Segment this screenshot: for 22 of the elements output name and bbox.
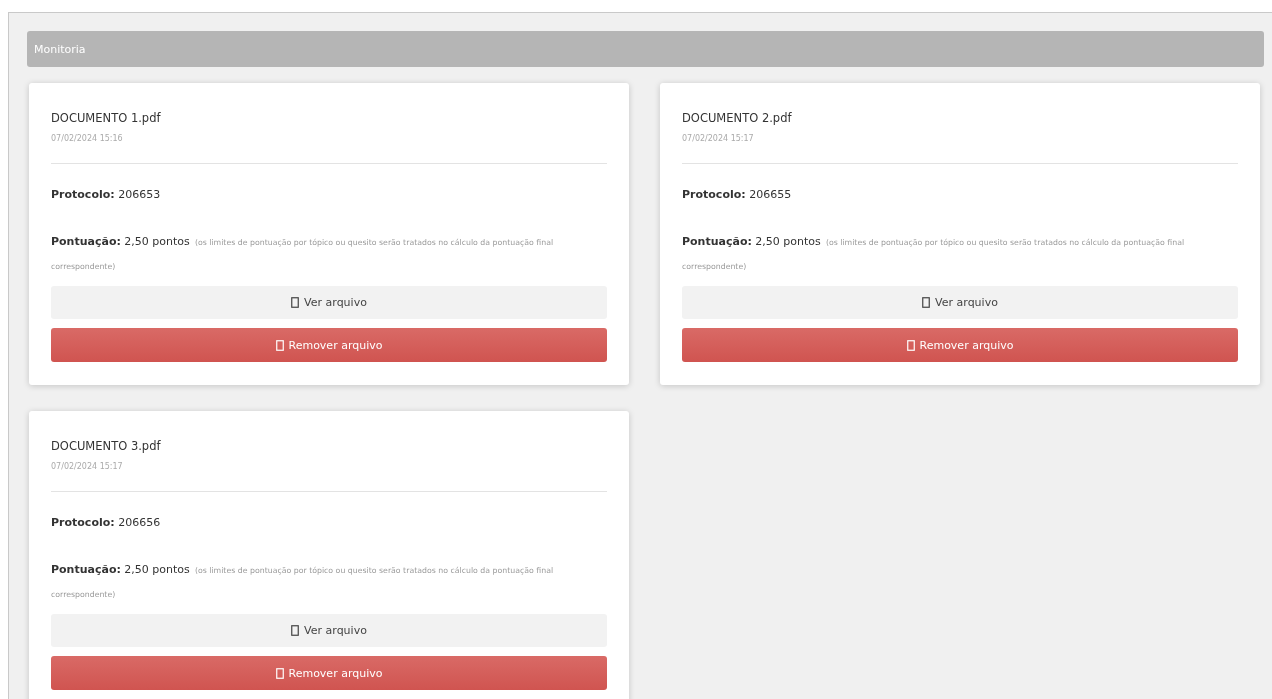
box-icon <box>291 297 300 308</box>
protocol-text: Protocolo: 206653 <box>51 188 161 201</box>
file-name: DOCUMENTO 1.pdf <box>51 111 161 125</box>
remove-file-button[interactable]: Remover arquivo <box>51 328 607 362</box>
panel-header: Monitoria <box>27 31 1264 67</box>
upload-date: 07/02/2024 15:17 <box>51 462 123 471</box>
box-icon <box>275 667 284 679</box>
upload-date: 07/02/2024 15:16 <box>51 134 123 143</box>
view-file-button[interactable]: Ver arquivo <box>682 286 1238 319</box>
box-icon <box>275 339 284 351</box>
view-file-button[interactable]: Ver arquivo <box>51 614 607 647</box>
protocol-text: Protocolo: 206655 <box>682 188 792 201</box>
box-icon <box>922 297 931 308</box>
box-icon <box>906 339 915 351</box>
file-name: DOCUMENTO 2.pdf <box>682 111 792 125</box>
protocol-text: Protocolo: 206656 <box>51 516 161 529</box>
file-name: DOCUMENTO 3.pdf <box>51 439 161 453</box>
remove-file-button[interactable]: Remover arquivo <box>682 328 1238 362</box>
upload-date: 07/02/2024 15:17 <box>682 134 754 143</box>
remove-file-button[interactable]: Remover arquivo <box>51 656 607 690</box>
box-icon <box>291 625 300 636</box>
view-file-button[interactable]: Ver arquivo <box>51 286 607 319</box>
